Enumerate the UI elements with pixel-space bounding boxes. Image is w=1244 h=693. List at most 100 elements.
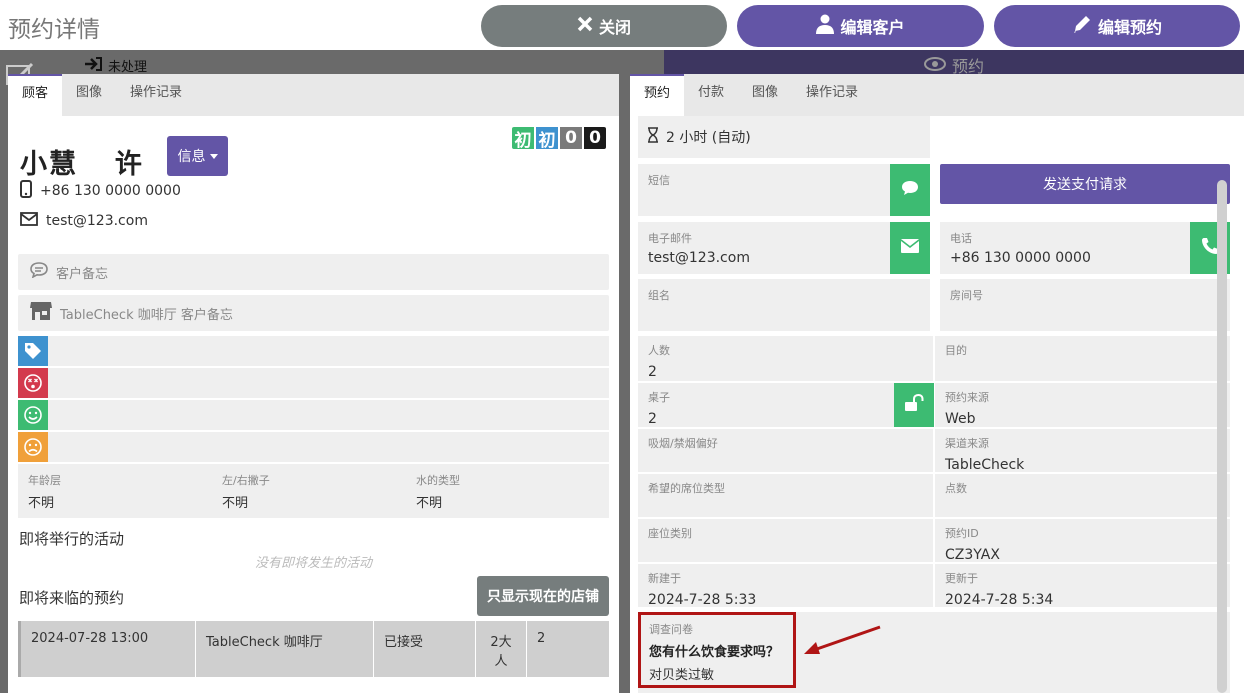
page-title: 预约详情: [8, 17, 100, 43]
caret-down-icon: [209, 148, 218, 164]
seat-category-field[interactable]: 座位类别: [638, 519, 933, 564]
room-number-label: 房间号: [950, 289, 983, 302]
attr-water-type: 水的类型 不明: [406, 464, 600, 518]
no-events-message: 没有即将发生的活动: [254, 556, 372, 571]
tab-booking[interactable]: 预约: [630, 74, 685, 116]
email-field[interactable]: 电子邮件 test@123.com: [638, 222, 890, 274]
customer-email[interactable]: test@123.com: [20, 212, 148, 230]
close-button[interactable]: 关闭: [481, 5, 727, 47]
unlock-icon: [904, 393, 924, 416]
customer-phone[interactable]: +86 130 0000 0000: [20, 180, 181, 202]
table-field[interactable]: 桌子 2: [638, 383, 933, 429]
seat-type-label: 希望的席位类型: [648, 482, 725, 495]
attr-value: 不明: [28, 496, 55, 511]
duration-field[interactable]: 2 小时 (自动): [638, 116, 930, 158]
channel-source-field[interactable]: 渠道来源 TableCheck: [935, 429, 1230, 474]
customer-email-text: test@123.com: [46, 213, 148, 229]
sms-field[interactable]: 短信: [638, 164, 890, 216]
tab-payment[interactable]: 付款: [684, 74, 738, 116]
chat-bubble-icon: [901, 180, 919, 200]
booking-status: 已接受: [374, 621, 476, 677]
updated-at-label: 更新于: [945, 572, 978, 585]
email-value: test@123.com: [648, 250, 750, 266]
smoking-pref-label: 吸烟/禁烟偏好: [648, 437, 718, 450]
table-lock-button[interactable]: [894, 383, 934, 427]
tab-history[interactable]: 操作记录: [792, 74, 872, 116]
booking-source-field[interactable]: 预约来源 Web: [935, 383, 1230, 429]
attr-age-group: 年龄层 不明: [18, 464, 212, 518]
envelope-icon: [900, 239, 920, 257]
phone-label: 电话: [950, 232, 972, 245]
purpose-field[interactable]: 目的: [935, 336, 1230, 383]
pencil-icon: [1072, 14, 1092, 39]
attr-label: 左/右撇子: [222, 474, 270, 487]
upcoming-bookings-title: 即将来临的预约: [19, 589, 125, 607]
booking-id-field[interactable]: 预约ID CZ3YAX: [935, 519, 1230, 564]
dislikes-row[interactable]: [18, 368, 609, 398]
customer-name: 小慧 许: [20, 142, 144, 181]
close-icon: [577, 16, 593, 37]
tags-row[interactable]: [18, 336, 609, 366]
customer-note-field[interactable]: 客户备忘: [18, 254, 609, 290]
survey-question: 您有什么饮食要求吗？: [649, 645, 780, 660]
booking-tabs: 预约 付款 图像 操作记录: [630, 74, 1244, 116]
seat-type-field[interactable]: 希望的席位类型: [638, 474, 933, 519]
frown-icon: [18, 432, 48, 462]
attr-value: 不明: [222, 496, 249, 511]
first-visit-badge: 初: [511, 126, 535, 151]
smile-icon: [18, 400, 48, 430]
booking-people: 2大人: [476, 621, 527, 677]
booking-store: TableCheck 咖啡厅: [196, 621, 374, 677]
phone-field[interactable]: 电话 +86 130 0000 0000: [940, 222, 1190, 274]
comment-icon: [30, 262, 48, 282]
store-note-field[interactable]: TableCheck 咖啡厅 客户备忘: [18, 295, 609, 331]
created-at-value: 2024-7-28 5:33: [648, 592, 757, 608]
created-at-label: 新建于: [648, 572, 681, 585]
tab-images[interactable]: 图像: [738, 74, 792, 116]
booking-count: 2: [537, 631, 546, 646]
annotation-arrow-icon: [804, 625, 881, 654]
pax-label: 人数: [648, 344, 670, 357]
pax-field[interactable]: 人数 2: [638, 336, 933, 383]
updated-at-field: 更新于 2024-7-28 5:34: [935, 564, 1230, 609]
send-sms-button[interactable]: [890, 164, 930, 216]
points-field[interactable]: 点数: [935, 474, 1230, 519]
smoking-pref-field[interactable]: 吸烟/禁烟偏好: [638, 429, 933, 474]
user-icon: [816, 14, 835, 39]
tab-customer[interactable]: 顾客: [8, 74, 63, 116]
pax-value: 2: [648, 364, 657, 380]
attr-label: 年龄层: [28, 474, 61, 487]
booking-panel: 预约 付款 图像 操作记录 2 小时 (自动) 短信 发送支付请求 电子邮件 t…: [630, 74, 1244, 693]
edit-customer-button[interactable]: 编辑客户: [737, 5, 984, 47]
updated-at-value: 2024-7-28 5:34: [945, 592, 1054, 608]
room-number-field[interactable]: 房间号: [940, 279, 1230, 331]
table-value: 2: [648, 411, 657, 427]
info-button-label: 信息: [177, 149, 206, 165]
likes-row[interactable]: [18, 400, 609, 430]
complaints-row[interactable]: [18, 432, 609, 462]
booking-id-label: 预约ID: [945, 527, 979, 540]
survey-answer: 对贝类过敏: [649, 668, 715, 683]
table-label: 桌子: [648, 391, 670, 404]
customer-first-name: 小慧: [20, 149, 78, 180]
send-payment-request-button[interactable]: 发送支付请求: [940, 164, 1230, 204]
send-email-button[interactable]: [890, 222, 930, 274]
group-name-field[interactable]: 组名: [638, 279, 930, 331]
customer-attributes: 年龄层 不明 左/右撇子 不明 水的类型 不明: [18, 464, 609, 518]
store-note-label: TableCheck 咖啡厅 客户备忘: [60, 307, 233, 323]
group-name-label: 组名: [648, 289, 670, 302]
edit-booking-button[interactable]: 编辑预约: [994, 5, 1240, 47]
tab-history[interactable]: 操作记录: [116, 74, 196, 116]
tab-images[interactable]: 图像: [62, 74, 116, 116]
dizzy-face-icon: [18, 368, 48, 398]
sign-in-icon: [84, 56, 102, 75]
customer-phone-text: +86 130 0000 0000: [40, 183, 181, 199]
attr-value: 不明: [416, 496, 443, 511]
table-row[interactable]: 2024-07-28 13:00 TableCheck 咖啡厅 已接受 2大人 …: [18, 621, 609, 677]
only-current-store-button[interactable]: 只显示现在的店铺: [477, 576, 609, 616]
customer-note-label: 客户备忘: [56, 266, 109, 282]
customer-panel: 顾客 图像 操作记录 小慧 许 信息 初 初 0 0 +86 130 0000 …: [8, 74, 619, 693]
info-dropdown-button[interactable]: 信息: [167, 136, 228, 176]
mobile-phone-icon: [20, 180, 32, 202]
scrollbar[interactable]: [1217, 180, 1227, 693]
